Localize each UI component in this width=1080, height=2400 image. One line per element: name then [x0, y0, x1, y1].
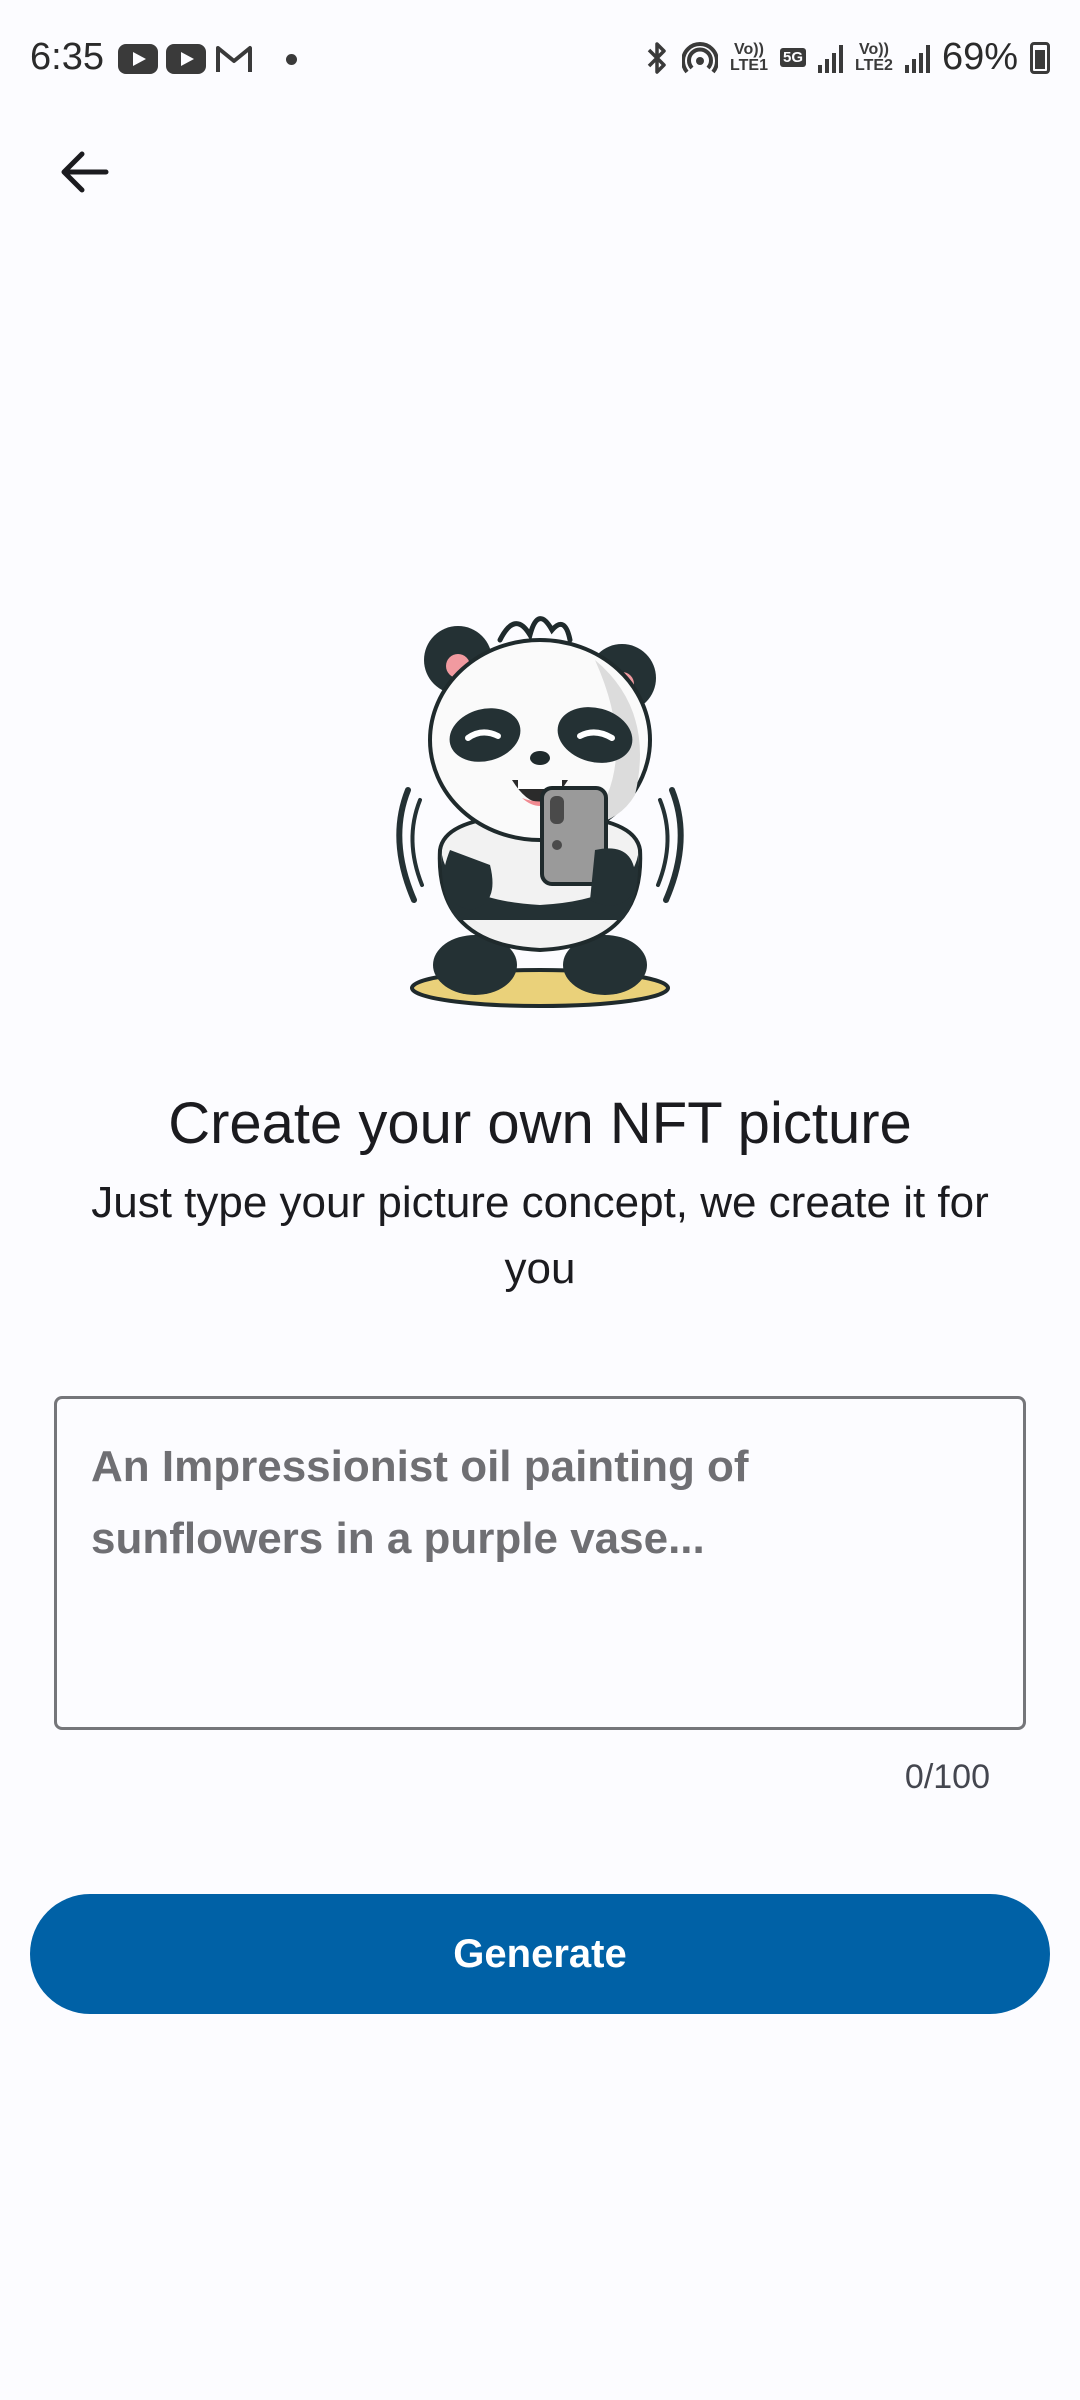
panda-illustration	[396, 616, 684, 1008]
signal-icon	[904, 43, 930, 73]
volte1-bottom: LTE1	[730, 56, 768, 74]
hotspot-icon	[682, 41, 719, 73]
gmail-icon	[216, 46, 252, 72]
volte2-top: Vo))	[859, 40, 889, 58]
volte2-label: Vo)) LTE2	[855, 40, 893, 74]
youtube-icon	[166, 44, 206, 74]
system-icons: Vo)) LTE1 5G Vo)) LTE2 69%	[644, 36, 1050, 79]
notification-icons	[118, 44, 297, 74]
status-bar: 6:35 Vo)) LTE1 5G Vo)) LTE2 69%	[0, 0, 1080, 120]
bluetooth-icon	[647, 41, 666, 74]
page-subtitle: Just type your picture concept, we creat…	[91, 1178, 989, 1293]
prompt-input[interactable]	[54, 1396, 1026, 1730]
page-title: Create your own NFT picture	[168, 1091, 912, 1156]
network-type: 5G	[779, 48, 806, 67]
back-button[interactable]	[40, 128, 128, 216]
volte2-bottom: LTE2	[855, 56, 893, 74]
character-counter: 0/100	[904, 1758, 990, 1796]
youtube-icon	[118, 44, 158, 74]
battery-percent: 69%	[941, 36, 1018, 78]
arrow-left-icon	[61, 151, 109, 193]
volte1-top: Vo))	[734, 40, 764, 58]
signal-icon	[818, 43, 843, 73]
generate-button[interactable]: Generate	[30, 1894, 1050, 2014]
volte1-label: Vo)) LTE1	[730, 40, 768, 74]
battery-icon	[1030, 41, 1050, 74]
dot-icon	[286, 53, 297, 65]
status-time: 6:35	[30, 36, 104, 78]
